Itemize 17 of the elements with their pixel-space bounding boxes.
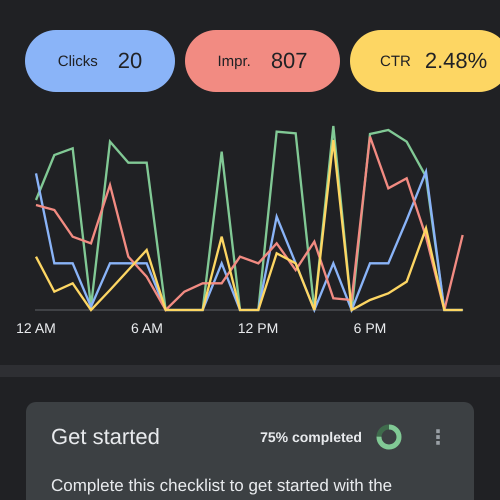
card-description: Complete this checklist to get started with the — [51, 476, 394, 496]
metric-value: 807 — [270, 48, 308, 74]
progress-text: 75% completed — [260, 429, 362, 445]
more-options-button[interactable]: ⋮ — [422, 425, 454, 449]
metric-value: 2.48% — [424, 48, 488, 74]
axis-label: 6 PM — [354, 320, 386, 336]
axis-label: 12 PM — [238, 320, 278, 336]
metric-chip[interactable]: Impr. 807 — [185, 30, 340, 92]
metric-value: 20 — [118, 48, 142, 74]
metric-chip[interactable]: Clicks 20 — [25, 30, 175, 92]
axis-label: 12 AM — [16, 320, 56, 336]
metric-label: Clicks — [58, 52, 98, 70]
axis-label: 6 AM — [131, 320, 163, 336]
metric-label: Impr. — [217, 52, 251, 70]
card-title: Get started — [51, 424, 161, 450]
metric-label: CTR — [380, 52, 411, 70]
metric-chip[interactable]: CTR 2.48% — [350, 30, 500, 92]
